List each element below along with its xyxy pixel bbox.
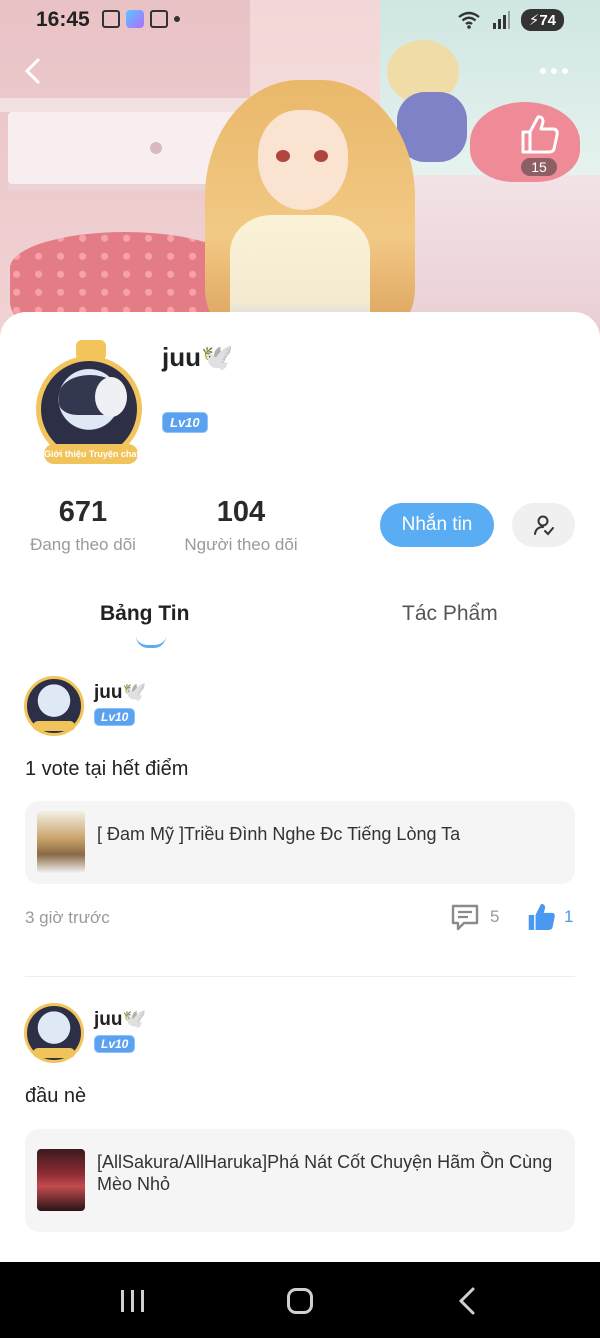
post-time: 3 giờ trước <box>25 908 110 927</box>
system-navigation-bar <box>0 1262 600 1338</box>
thumbs-up-icon <box>528 903 555 930</box>
battery-level: 74 <box>539 12 556 29</box>
following-count: 671 <box>58 496 108 528</box>
story-title: [AllSakura/AllHaruka]Phá Nát Cốt Chuyện … <box>97 1152 553 1194</box>
tab-feed[interactable]: Bảng Tin <box>100 602 189 626</box>
story-cover-thumbnail <box>37 1149 85 1211</box>
post-author-name: juu🕊️ <box>94 1009 147 1030</box>
like-button[interactable]: 1 <box>526 902 573 932</box>
message-button[interactable]: Nhắn tin <box>380 503 494 547</box>
cover-like-count: 15 <box>521 158 557 176</box>
shopee-icon <box>150 10 168 28</box>
thumbs-up-icon <box>521 115 559 154</box>
post-text: 1 vote tại hết điểm <box>25 758 189 780</box>
signal-icon <box>492 11 510 29</box>
comment-button[interactable]: 5 <box>450 902 499 932</box>
story-cover-thumbnail <box>37 811 85 873</box>
post-level-badge: Lv10 <box>94 1035 136 1053</box>
story-title: [ Đam Mỹ ]Triều Đình Nghe Đc Tiếng Lòng … <box>97 824 461 844</box>
messenger-icon <box>126 10 144 28</box>
level-badge: Lv10 <box>162 412 208 433</box>
like-count: 1 <box>564 907 574 926</box>
follow-button[interactable] <box>512 503 575 547</box>
home-button[interactable] <box>280 1286 320 1316</box>
following-label: Đang theo dõi <box>30 535 136 554</box>
avatar-frame-label: Giới thiệu Truyện chat <box>44 444 138 464</box>
followers-stat[interactable]: 104 Người theo dõi <box>176 496 306 555</box>
back-arrow-icon <box>458 1287 475 1315</box>
cover-like-button[interactable]: 15 <box>516 112 562 182</box>
tab-works[interactable]: Tác Phẩm <box>402 602 498 626</box>
followers-label: Người theo dõi <box>184 535 298 554</box>
comment-icon <box>451 904 479 931</box>
chevron-left-icon <box>24 58 40 84</box>
profile-cover-image <box>0 0 600 340</box>
post-author-avatar[interactable] <box>24 1003 84 1063</box>
recent-apps-button[interactable] <box>112 1286 152 1316</box>
recents-icon <box>120 1290 124 1312</box>
post-linked-story-card[interactable]: [ Đam Mỹ ]Triều Đình Nghe Đc Tiếng Lòng … <box>25 801 575 884</box>
wifi-icon <box>458 11 480 29</box>
more-dots-icon <box>540 68 546 74</box>
battery-indicator: ⚡74 <box>520 9 564 31</box>
user-follow-icon <box>533 515 554 536</box>
followers-count: 104 <box>216 496 266 528</box>
system-back-button[interactable] <box>448 1286 488 1316</box>
more-notifications-icon <box>174 16 180 22</box>
post-level-badge: Lv10 <box>94 708 136 726</box>
comment-count: 5 <box>490 907 500 926</box>
following-stat[interactable]: 671 Đang theo dõi <box>22 496 144 555</box>
more-options-button[interactable] <box>534 56 574 86</box>
post-linked-story-card[interactable]: [AllSakura/AllHaruka]Phá Nát Cốt Chuyện … <box>25 1129 575 1232</box>
status-bar: 16:45 ⚡74 <box>0 0 600 40</box>
post-author-name: juu🕊️ <box>94 682 147 703</box>
post-text: đầu nè <box>25 1085 87 1107</box>
post-divider <box>25 976 575 977</box>
screenshot-icon <box>102 10 120 28</box>
home-icon <box>287 1288 313 1314</box>
notification-icons <box>102 10 180 28</box>
profile-username: juu🕊️ <box>162 342 234 372</box>
back-button[interactable] <box>22 56 52 86</box>
post-author-avatar[interactable] <box>24 676 84 736</box>
avatar[interactable]: Giới thiệu Truyện chat <box>26 340 154 468</box>
status-time: 16:45 <box>36 8 90 31</box>
